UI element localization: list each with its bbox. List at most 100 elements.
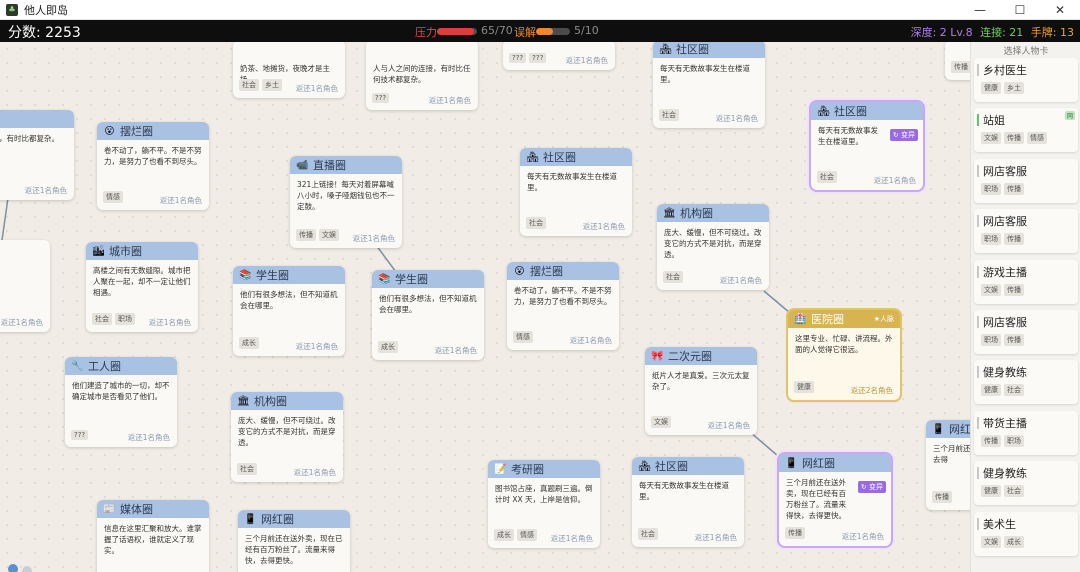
- card-title: 机构圈: [254, 395, 287, 408]
- character-card[interactable]: 健身教练 健康 社会: [974, 360, 1078, 405]
- character-tags: 职场 传播: [981, 182, 1024, 195]
- card-header: 🏘 社区圈: [632, 457, 744, 475]
- card-description: 他们建造了城市的一切，却不确定城市是否看见了他们。: [72, 381, 170, 401]
- exam-icon: 📝: [494, 463, 507, 475]
- pan-control-icon[interactable]: [22, 566, 32, 572]
- circle-card[interactable]: 区圈间的连接，有时比都复杂。返还1名角色: [0, 110, 74, 200]
- circle-card[interactable]: 📹 直播圈 321上链接！每天对着屏幕喊八小时，嗓子哑烟钱包也不一定鼓。 传播 文娱 返还…: [290, 156, 402, 248]
- character-sidebar: 选择人物卡 乡村医生 健康 乡土 站姐 文娱 传播 情感网网店客服 职场 传播 网店客服 职场 传播游…: [970, 42, 1080, 572]
- circle-card[interactable]: 📚 学生圈 他们有很多想法，但不知道机会在哪里。 成长 返还1名角色: [372, 270, 484, 360]
- character-tags: 文娱 传播 情感: [981, 132, 1047, 145]
- circle-card[interactable]: 📰媒体圈信息在这里汇聚和放大。谁掌握了话语权，谁就定义了现实。???返还1名角色: [97, 500, 209, 572]
- card-description: 卷不动了，躺不平。不是不努力，是努力了也看不到尽头。: [104, 146, 202, 166]
- card-tag: 社会: [659, 109, 679, 121]
- card-tag: 健康: [794, 381, 814, 393]
- card-title: 工人圈: [88, 360, 121, 373]
- maximize-button[interactable]: ☐: [1000, 0, 1040, 20]
- card-tags: ???: [71, 430, 89, 440]
- circle-card[interactable]: 🏘 社区圈 每天有无数故事发生在楼道里。 ↻ 变异 社会 返还1名角色: [811, 102, 923, 190]
- circle-card[interactable]: 🎀 二次元圈 纸片人才是真爱。三次元太复杂了。 文娱 返还1名角色: [645, 347, 757, 435]
- card-title: 网红: [949, 423, 970, 436]
- card-title: 考研圈: [511, 463, 544, 476]
- circle-card[interactable]: 📱 网红三个月前还已经有百万得快，去得传播: [926, 420, 970, 510]
- character-card[interactable]: 乡村医生 健康 乡土: [974, 58, 1078, 102]
- minimize-button[interactable]: —: [960, 0, 1000, 20]
- circle-card[interactable]: 人与人之间的连接，有时比任何技术都复杂。??? 返还1名角色: [366, 42, 478, 110]
- card-tag: 情感: [517, 529, 537, 541]
- character-card[interactable]: 游戏主播 文娱 传播: [974, 259, 1078, 304]
- character-card[interactable]: 网店客服 职场 传播: [974, 310, 1078, 354]
- card-reward: 返还1名角色: [873, 176, 916, 185]
- circle-card[interactable]: 🏘 社区圈 每天有无数故事发生在楼道里。 社会 返还1名角色: [632, 457, 744, 547]
- connections-stat: 连接: 21: [980, 26, 1024, 39]
- card-tag: 传播: [296, 229, 316, 241]
- card-header: 🏙 城市圈: [86, 242, 198, 260]
- circle-card[interactable]: 🏥 医院圈 ★人脉 这里专业、忙碌、讲流程。外面的人觉得它很远。 健康 返还2名角色: [788, 310, 900, 400]
- circle-card[interactable]: 📚 学生圈 他们有很多想法，但不知道机会在哪里。 成长 返还1名角色: [233, 266, 345, 356]
- card-tag: 传播: [785, 527, 805, 539]
- card-tags: 社会: [237, 463, 257, 475]
- card-tag: 社会: [239, 79, 259, 91]
- circle-card[interactable]: 三次元太返还1名角色: [0, 240, 50, 332]
- card-reward: 返还1名角色: [148, 318, 191, 327]
- phone-icon: 📱: [785, 457, 798, 469]
- character-card[interactable]: 网店客服 职场 传播: [974, 158, 1078, 203]
- card-title: 机构圈: [680, 207, 713, 220]
- character-tags: 文娱 成长: [981, 535, 1024, 548]
- circle-card[interactable]: 🏛 机构圈 庞大、缓慢，但不可绕过。改变它的方式不是对抗，而是穿透。 社会 返还1名角色: [231, 392, 343, 482]
- character-tags: 职场 传播: [981, 233, 1024, 246]
- character-card[interactable]: 带货主播 传播 职场: [974, 410, 1078, 455]
- circle-card[interactable]: 😮 摆烂圈 卷不动了，躺不平。不是不努力，是努力了也看不到尽头。 情感 返还1名角色: [97, 122, 209, 210]
- card-tags: 社会: [526, 217, 546, 229]
- character-card-accent: [977, 215, 979, 228]
- card-tags: 社会: [638, 528, 658, 540]
- card-tags: 成长: [378, 341, 398, 353]
- card-title: 城市圈: [109, 245, 142, 258]
- student-icon: 📚: [378, 273, 391, 285]
- circle-card[interactable]: 奶茶、地摊货，夜晚才是主场。社会乡土返还1名角色: [233, 42, 345, 98]
- card-header: 区圈: [0, 110, 74, 128]
- character-card[interactable]: 健身教练 健康 社会: [974, 461, 1078, 506]
- pressure-bar: [437, 28, 477, 35]
- mutation-badge: ↻ 变异: [857, 481, 886, 493]
- card-tags: 文娱: [651, 416, 671, 428]
- character-card[interactable]: 美术生 文娱 成长: [974, 511, 1078, 556]
- circle-card[interactable]: 🏘 社区圈 每天有无数故事发生在楼道里。 社会 返还1名角色: [653, 42, 765, 128]
- card-description: 三次元太: [0, 263, 44, 274]
- character-card-accent: [977, 316, 979, 328]
- character-name: 网店客服: [983, 164, 1027, 178]
- community-icon: 🏘: [638, 460, 651, 472]
- character-name: 乡村医生: [983, 64, 1027, 77]
- circle-card[interactable]: 😮 摆烂圈 卷不动了，躺不平。不是不努力，是努力了也看不到尽头。 情感 返还1名角色: [507, 262, 619, 350]
- card-tag: 成长: [494, 529, 514, 541]
- card-header: 📱 网红: [926, 420, 970, 438]
- circle-card[interactable]: 🔧 工人圈 他们建造了城市的一切，却不确定城市是否看见了他们。??? 返还1名角色: [65, 357, 177, 447]
- circle-card[interactable]: 传播: [945, 42, 970, 80]
- phone-icon: 📱: [932, 423, 945, 435]
- card-description: 他们有很多想法，但不知道机会在哪里。: [240, 290, 338, 310]
- card-header: 📝 考研圈: [488, 460, 600, 478]
- card-title: 网红圈: [261, 513, 294, 526]
- character-tags: 健康 社会: [981, 384, 1024, 397]
- circle-card[interactable]: ?????? 返还1名角色: [503, 42, 615, 70]
- board-canvas[interactable]: 区圈间的连接，有时比都复杂。返还1名角色 奶茶、地摊货，夜晚才是主场。社会乡土返还…: [0, 42, 970, 572]
- circle-card[interactable]: 📱网红圈三个月前还在送外卖，现在已经有百万粉丝了。流量来得快，去得更快。返还1名…: [238, 510, 350, 572]
- circle-card[interactable]: 📱 网红圈 三个月前还在送外卖，现在已经有百万粉丝了。流量来得快，去得更快。 ↻ 变异…: [779, 454, 891, 546]
- circle-card[interactable]: 📝 考研圈 图书馆占座，真题刷三遍。倒计时 XX 天，上岸是信仰。 成长 情感 返还1名角…: [488, 460, 600, 548]
- circle-card[interactable]: 🏘 社区圈 每天有无数故事发生在楼道里。 社会 返还1名角色: [520, 148, 632, 236]
- circle-card[interactable]: 🏛 机构圈 庞大、缓慢，但不可绕过。改变它的方式不是对抗，而是穿透。 社会 返还1名角色: [657, 204, 769, 290]
- card-reward: 返还1名角色: [707, 421, 750, 430]
- zoom-control-icon[interactable]: [8, 564, 18, 572]
- character-name: 游戏主播: [983, 265, 1027, 279]
- card-reward: 返还1名角色: [841, 532, 884, 541]
- card-reward: 返还1名角色: [694, 533, 737, 542]
- community-icon: 🏘: [526, 151, 539, 163]
- character-tag: 职场: [981, 334, 1001, 346]
- card-description: 高楼之间有无数缝隙。城市把人聚在一起，却不一定让他们相遇。: [93, 266, 191, 297]
- card-reward: 返还1名角色: [719, 276, 762, 285]
- character-card[interactable]: 网店客服 职场 传播: [974, 209, 1078, 254]
- character-card-accent: [977, 64, 979, 76]
- close-button[interactable]: ✕: [1040, 0, 1080, 20]
- character-card[interactable]: 站姐 文娱 传播 情感 网: [974, 108, 1078, 153]
- circle-card[interactable]: 🏙 城市圈 高楼之间有无数缝隙。城市把人聚在一起，却不一定让他们相遇。 社会 职场 返还1…: [86, 242, 198, 332]
